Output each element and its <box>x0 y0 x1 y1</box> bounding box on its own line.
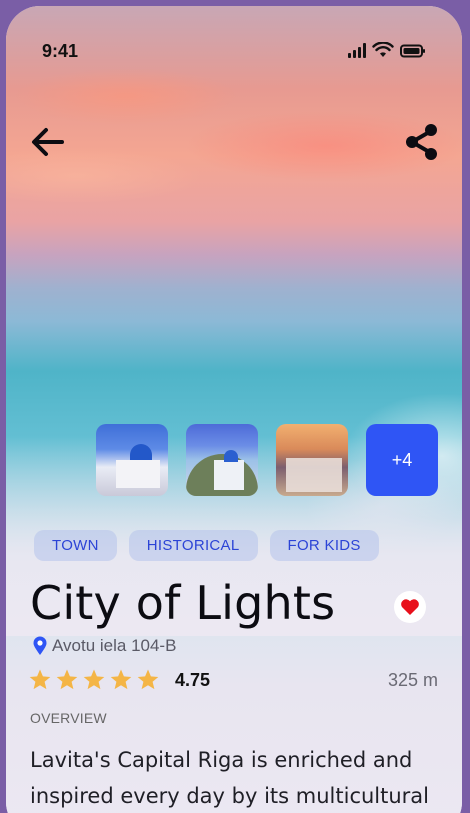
star-icon <box>110 669 132 690</box>
top-nav <box>6 116 462 166</box>
star-icon <box>83 669 105 690</box>
thumb-house <box>214 460 244 490</box>
address-row: Avotu iela 104-B <box>32 636 176 656</box>
thumb-house <box>116 460 160 488</box>
tag-town[interactable]: TOWN <box>34 530 117 561</box>
thumb-dome <box>224 450 238 462</box>
address-text: Avotu iela 104-B <box>52 636 177 655</box>
gallery-thumb[interactable] <box>276 424 348 496</box>
rating-row: 4.75 325 m <box>28 666 438 696</box>
place-title: City of Lights <box>30 576 336 630</box>
gallery-thumb[interactable] <box>96 424 168 496</box>
star-icon <box>56 669 78 690</box>
gallery-thumb[interactable] <box>186 424 258 496</box>
location-pin-icon <box>33 636 47 655</box>
overview-label: OVERVIEW <box>30 710 107 726</box>
distance: 325 m <box>387 670 438 690</box>
favorite-button[interactable] <box>394 591 426 623</box>
back-button[interactable] <box>26 120 70 164</box>
status-time: 9:41 <box>42 41 79 61</box>
heart-icon <box>401 599 419 615</box>
gallery-more-button[interactable]: +4 <box>366 424 438 496</box>
overview-text: Lavita's Capital Riga is enriched and in… <box>30 748 430 808</box>
tag-historical[interactable]: HISTORICAL <box>128 530 258 561</box>
share-icon <box>406 124 437 160</box>
signal-icon <box>348 42 366 58</box>
star-icon <box>29 669 51 690</box>
photo-gallery: +4 <box>96 424 438 496</box>
status-icons <box>348 42 426 58</box>
status-bar: 9:41 <box>6 6 462 66</box>
thumb-dome <box>130 444 152 460</box>
star-icon <box>137 669 159 690</box>
wifi-icon <box>372 42 394 58</box>
tag-for-kids[interactable]: FOR KIDS <box>269 530 379 561</box>
tag-list: TOWN HISTORICAL FOR KIDS <box>34 530 379 561</box>
phone-screen: 9:41 +4 TOWN HISTORICAL FOR KIDS City of… <box>6 6 462 813</box>
rating-stars <box>28 668 160 692</box>
share-button[interactable] <box>400 120 444 164</box>
thumb-house <box>286 458 342 492</box>
back-arrow-icon <box>32 128 64 156</box>
rating-value: 4.75 <box>175 670 211 690</box>
battery-icon <box>400 44 426 58</box>
